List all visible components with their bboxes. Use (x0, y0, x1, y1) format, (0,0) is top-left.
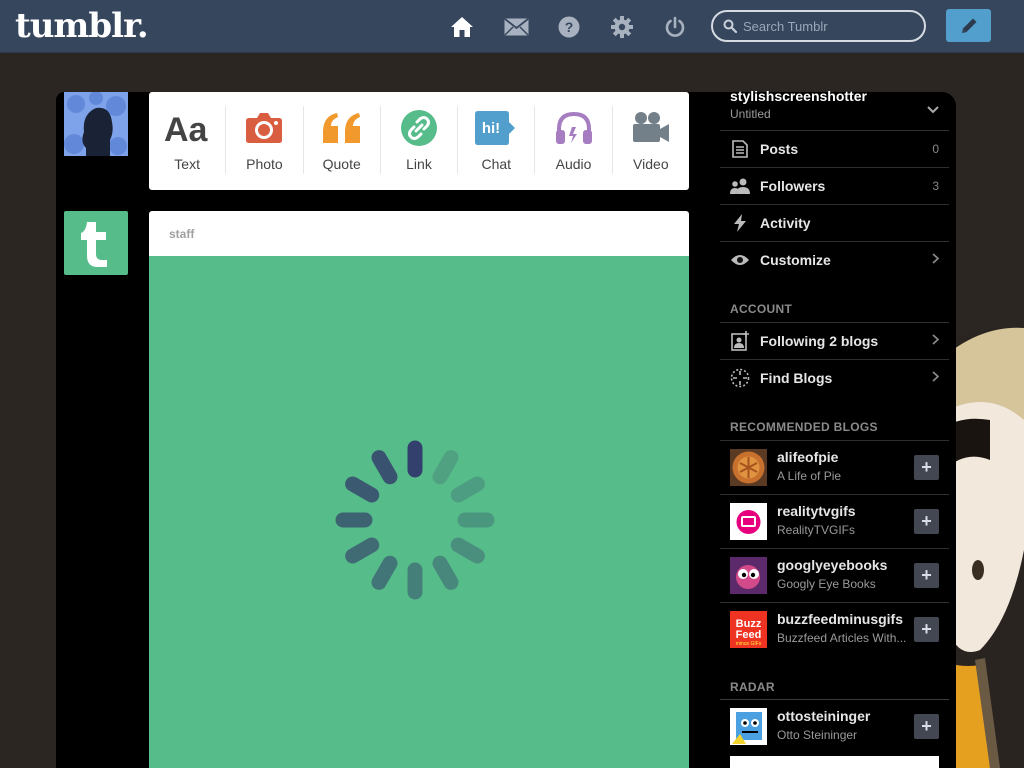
blog-avatar (730, 557, 767, 594)
follow-plus-button[interactable]: + (914, 563, 939, 588)
post-author[interactable]: staff (149, 211, 689, 256)
sidebar-item-posts[interactable]: Posts 0 (720, 130, 949, 167)
blog-avatar (730, 708, 767, 745)
sidebar-item-activity[interactable]: Activity (720, 204, 949, 241)
post-type-label: Video (633, 156, 669, 172)
add-person-icon (720, 331, 760, 351)
recommended-blog-item[interactable]: googlyeyebooks Googly Eye Books + (720, 548, 949, 602)
sidebar-item-following[interactable]: Following 2 blogs (720, 322, 949, 359)
help-icon[interactable]: ? (556, 14, 582, 40)
recommended-blog-item[interactable]: Buzz Feed minus GIFs buzzfeedminusgifs Buz… (720, 602, 949, 656)
post-type-text[interactable]: Aa Text (149, 106, 227, 174)
pencil-icon (961, 18, 976, 33)
svg-text:?: ? (565, 19, 574, 35)
post-type-label: Quote (322, 156, 361, 172)
search-input[interactable] (743, 18, 913, 34)
tumblr-logo[interactable]: tumblr. (15, 6, 149, 46)
camera-icon (245, 110, 283, 146)
recommended-blog-item[interactable]: alifeofpie A Life of Pie + (720, 440, 949, 494)
svg-text:Feed: Feed (736, 629, 762, 641)
power-icon[interactable] (662, 14, 688, 40)
loading-spinner-icon (335, 440, 495, 600)
headphones-icon (555, 110, 593, 146)
radar-post-preview[interactable] (730, 756, 939, 768)
svg-text:hi!: hi! (482, 120, 500, 137)
lightning-icon (720, 214, 760, 232)
post-type-video[interactable]: Video (613, 106, 689, 174)
post-type-photo[interactable]: Photo (226, 106, 304, 174)
people-icon (720, 178, 760, 194)
compass-icon (720, 368, 760, 388)
settings-icon[interactable] (609, 14, 635, 40)
home-icon[interactable] (449, 14, 475, 40)
post-type-label: Photo (246, 156, 283, 172)
quote-icon (321, 110, 363, 146)
chevron-right-icon (932, 251, 940, 269)
post-type-bar: Aa Text Photo Quote Link hi! Chat Audio (149, 92, 689, 190)
document-icon (720, 140, 760, 158)
staff-post: staff (149, 211, 689, 768)
text-icon: Aa (164, 110, 210, 146)
chevron-right-icon (932, 332, 940, 350)
blog-avatar: Buzz Feed minus GIFs (730, 611, 767, 648)
follow-plus-button[interactable]: + (914, 455, 939, 480)
sidebar-blog-name[interactable]: stylishscreenshotter (730, 88, 867, 104)
recommended-section-title: RECOMMENDED BLOGS (730, 420, 878, 434)
staff-avatar[interactable] (64, 211, 128, 275)
sidebar-item-customize[interactable]: Customize (720, 241, 949, 278)
radar-section-title: RADAR (730, 680, 775, 694)
link-icon (400, 110, 437, 146)
post-type-label: Chat (481, 156, 512, 172)
chat-icon: hi! (475, 110, 517, 146)
user-avatar[interactable] (64, 92, 128, 156)
search-box[interactable] (711, 10, 926, 42)
mail-icon[interactable] (503, 14, 529, 40)
chevron-down-icon[interactable] (927, 101, 939, 119)
follow-plus-button[interactable]: + (914, 714, 939, 739)
blog-avatar (730, 449, 767, 486)
blog-avatar (730, 503, 767, 540)
follow-plus-button[interactable]: + (914, 617, 939, 642)
compose-button[interactable] (946, 9, 991, 42)
radar-blog-item[interactable]: ottosteininger Otto Steininger + (720, 700, 949, 754)
post-type-label: Link (406, 156, 432, 172)
eye-icon (720, 254, 760, 266)
recommended-blog-item[interactable]: realitytvgifs RealityTVGIFs + (720, 494, 949, 548)
search-icon (723, 19, 737, 33)
post-type-link[interactable]: Link (381, 106, 459, 174)
svg-text:Aa: Aa (164, 111, 209, 145)
svg-text:minus GIFs: minus GIFs (736, 641, 762, 647)
sidebar-blog-subtitle: Untitled (730, 107, 771, 121)
sidebar-item-followers[interactable]: Followers 3 (720, 167, 949, 204)
follow-plus-button[interactable]: + (914, 509, 939, 534)
chevron-right-icon (932, 369, 940, 387)
post-type-chat[interactable]: hi! Chat (458, 106, 536, 174)
post-type-label: Text (174, 156, 200, 172)
post-type-quote[interactable]: Quote (304, 106, 381, 174)
top-navigation-bar: tumblr. ? (0, 0, 1024, 53)
video-icon (632, 110, 670, 146)
post-type-audio[interactable]: Audio (535, 106, 613, 174)
account-section-title: ACCOUNT (730, 302, 793, 316)
sidebar-item-find-blogs[interactable]: Find Blogs (720, 359, 949, 396)
post-type-label: Audio (555, 156, 592, 172)
post-content-loading (149, 256, 689, 768)
